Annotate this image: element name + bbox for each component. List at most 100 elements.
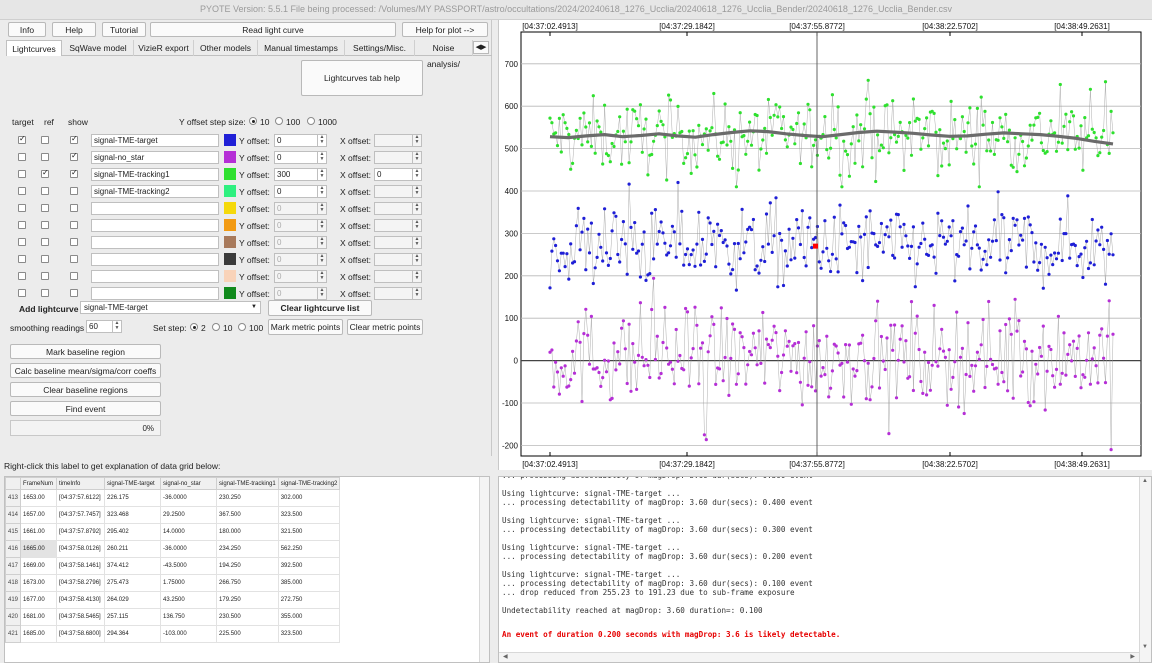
y-offset-spinbox[interactable]: 0 ▲ ▼ — [274, 253, 327, 266]
show-checkbox[interactable] — [70, 204, 78, 212]
grid-cell[interactable]: 180.000 — [216, 523, 279, 541]
table-row[interactable]: 414 1657.00 [04:37:57.7457] 323.468 29.2500 3… — [5, 506, 341, 524]
ref-checkbox[interactable] — [41, 238, 49, 246]
data-grid[interactable]: FrameNum timeInfo signal-TME-target signal-… — [4, 476, 490, 663]
y-offset-spinbox[interactable]: 0 ▲ ▼ — [274, 151, 327, 164]
lightcurves-tab-help-button[interactable]: Lightcurves tab help — [301, 60, 423, 96]
target-checkbox[interactable] — [18, 272, 26, 280]
clear-lightcurve-list-button[interactable]: Clear lightcurve list — [268, 300, 372, 316]
spin-arrows-icon[interactable]: ▲ ▼ — [317, 152, 326, 163]
spin-arrows-icon[interactable]: ▲ ▼ — [317, 254, 326, 265]
step-10-radio[interactable] — [249, 117, 257, 125]
grid-cell[interactable]: 1661.00 — [20, 523, 58, 541]
grid-hint-label[interactable]: Right-click this label to get explanatio… — [4, 461, 220, 471]
grid-cell[interactable]: 136.750 — [160, 608, 218, 626]
smoothing-spinbox[interactable]: 60 ▲ ▼ — [86, 320, 122, 333]
grid-cell[interactable]: [04:37:57.6122] — [56, 489, 106, 507]
x-offset-spinbox[interactable]: ▲ ▼ — [374, 134, 422, 147]
show-checkbox[interactable] — [70, 187, 78, 195]
tab-lightcurves[interactable]: Lightcurves — [6, 40, 62, 56]
grid-cell[interactable]: 266.750 — [216, 574, 279, 592]
x-offset-spinbox[interactable]: ▲ ▼ — [374, 236, 422, 249]
plot-canvas[interactable]: -200 -100 0 100 200 300 400 500 600 700 [04:37:02.… — [499, 20, 1152, 470]
table-row[interactable]: 415 1661.00 [04:37:57.8792] 295.402 14.0000 1… — [5, 523, 341, 541]
grid-cell[interactable]: 230.250 — [216, 489, 279, 507]
spin-arrows-icon[interactable]: ▲ ▼ — [412, 254, 421, 265]
step-100-radio[interactable] — [275, 117, 283, 125]
grid-cell[interactable]: [04:37:57.7457] — [56, 506, 106, 524]
lightcurve-name-field[interactable]: signal-TME-tracking1 — [91, 168, 219, 181]
ref-checkbox[interactable] — [41, 204, 49, 212]
grid-column-header[interactable]: signal-TME-tracking1 — [216, 477, 279, 490]
tab-vizier-export[interactable]: VizieR export — [134, 40, 194, 56]
set-step-10-radio[interactable] — [212, 323, 220, 331]
color-swatch[interactable] — [224, 219, 236, 231]
grid-cell[interactable]: 226.175 — [104, 489, 162, 507]
lightcurve-name-field[interactable] — [91, 253, 219, 266]
grid-cell[interactable]: 294.364 — [104, 625, 162, 643]
ref-checkbox[interactable] — [41, 168, 49, 178]
tab-manual-timestamps[interactable]: Manual timestamps — [258, 40, 345, 56]
grid-column-header[interactable] — [5, 477, 22, 490]
grid-cell[interactable]: 1681.00 — [20, 608, 58, 626]
color-swatch[interactable] — [224, 202, 236, 214]
target-checkbox[interactable] — [18, 238, 26, 246]
lightcurve-name-field[interactable] — [91, 202, 219, 215]
clear-baseline-regions-button[interactable]: Clear baseline regions — [10, 382, 161, 397]
set-step-2-radio[interactable] — [190, 323, 198, 331]
grid-cell[interactable]: 374.412 — [104, 557, 162, 575]
ref-checkbox[interactable] — [41, 153, 49, 161]
show-checkbox[interactable] — [70, 272, 78, 280]
y-offset-spinbox[interactable]: 0 ▲ ▼ — [274, 134, 327, 147]
color-swatch[interactable] — [224, 185, 236, 197]
grid-cell[interactable]: 234.250 — [216, 540, 279, 558]
spin-arrows-icon[interactable]: ▲ ▼ — [317, 220, 326, 231]
lightcurve-name-field[interactable]: signal-no_star — [91, 151, 219, 164]
mark-metric-points-button[interactable]: Mark metric points — [268, 319, 343, 335]
color-swatch[interactable] — [224, 168, 236, 180]
tab-sqwave-model[interactable]: SqWave model — [63, 40, 134, 56]
spin-arrows-icon[interactable]: ▲ ▼ — [112, 321, 121, 332]
grid-cell[interactable]: 257.115 — [104, 608, 162, 626]
ref-checkbox[interactable] — [41, 272, 49, 280]
clear-metric-points-button[interactable]: Clear metric points — [347, 319, 423, 335]
x-offset-spinbox[interactable]: ▲ ▼ — [374, 219, 422, 232]
target-checkbox[interactable] — [18, 187, 26, 195]
grid-cell[interactable]: 323.500 — [278, 625, 341, 643]
grid-cell[interactable]: 275.473 — [104, 574, 162, 592]
spin-arrows-icon[interactable]: ▲ ▼ — [412, 135, 421, 146]
x-offset-spinbox[interactable]: ▲ ▼ — [374, 270, 422, 283]
grid-column-header[interactable]: signal-no_star — [160, 477, 218, 490]
spin-arrows-icon[interactable]: ▲ ▼ — [412, 169, 421, 180]
table-row[interactable]: 421 1685.00 [04:37:58.6800] 294.364 -103.000… — [5, 625, 341, 643]
grid-cell[interactable]: 1673.00 — [20, 574, 58, 592]
grid-cell[interactable]: -43.5000 — [160, 557, 218, 575]
spin-arrows-icon[interactable]: ▲ ▼ — [412, 152, 421, 163]
grid-cell[interactable]: 225.500 — [216, 625, 279, 643]
y-offset-spinbox[interactable]: 0 ▲ ▼ — [274, 219, 327, 232]
show-checkbox[interactable] — [70, 168, 78, 178]
lightcurve-name-field[interactable] — [91, 219, 219, 232]
x-offset-spinbox[interactable]: ▲ ▼ — [374, 287, 422, 300]
grid-cell[interactable]: 260.211 — [104, 540, 162, 558]
grid-column-header[interactable]: FrameNum — [20, 477, 58, 490]
info-button[interactable]: Info — [8, 22, 46, 37]
target-checkbox[interactable] — [18, 153, 26, 161]
grid-cell[interactable]: 562.250 — [278, 540, 341, 558]
calc-baseline-button[interactable]: Calc baseline mean/sigma/corr coeffs — [10, 363, 161, 378]
show-checkbox[interactable] — [70, 255, 78, 263]
color-swatch[interactable] — [224, 253, 236, 265]
y-offset-spinbox[interactable]: 0 ▲ ▼ — [274, 236, 327, 249]
color-swatch[interactable] — [224, 287, 236, 299]
mark-baseline-region-button[interactable]: Mark baseline region — [10, 344, 161, 359]
spin-arrows-icon[interactable]: ▲ ▼ — [317, 135, 326, 146]
scroll-left-icon[interactable]: ◀ — [503, 653, 508, 660]
y-offset-spinbox[interactable]: 0 ▲ ▼ — [274, 202, 327, 215]
grid-cell[interactable]: 194.250 — [216, 557, 279, 575]
table-row[interactable]: 417 1669.00 [04:37:58.1461] 374.412 -43.5000… — [5, 557, 341, 575]
log-horizontal-scrollbar[interactable]: ◀ ▶ — [499, 652, 1139, 662]
show-checkbox[interactable] — [70, 238, 78, 246]
grid-cell[interactable]: 1657.00 — [20, 506, 58, 524]
spin-arrows-icon[interactable]: ▲ ▼ — [412, 271, 421, 282]
grid-cell[interactable]: [04:37:58.5465] — [56, 608, 106, 626]
